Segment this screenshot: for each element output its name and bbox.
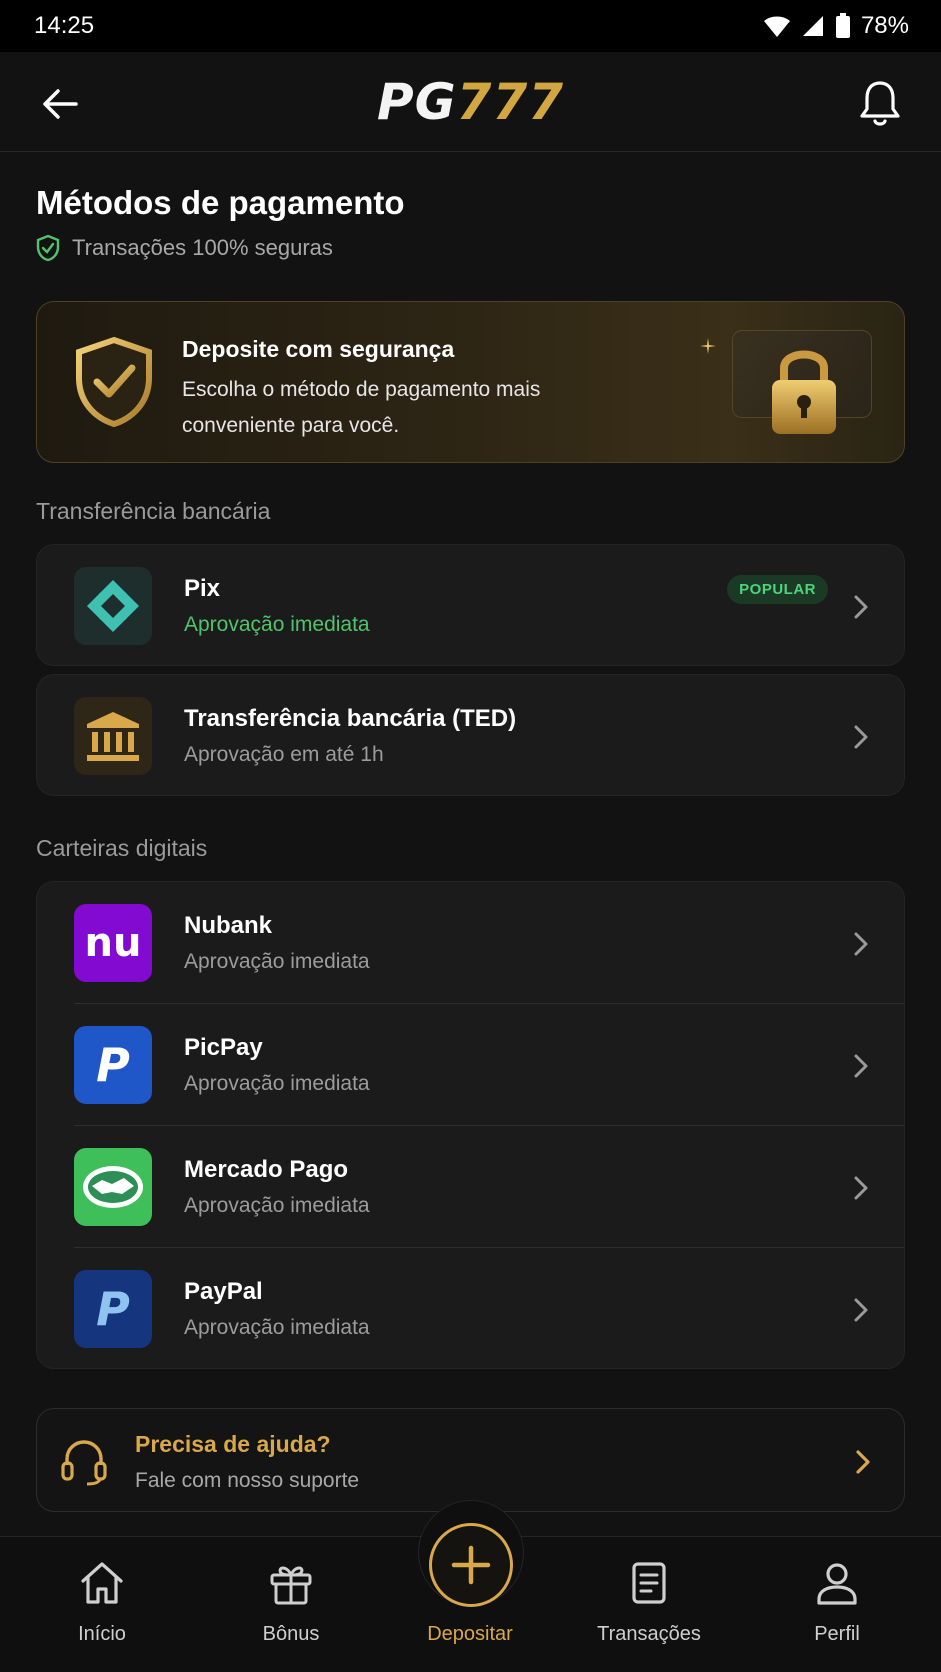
headset-icon xyxy=(61,1440,107,1486)
wifi-icon xyxy=(763,16,790,37)
chevron-right-icon xyxy=(854,595,868,619)
battery-icon xyxy=(835,13,850,38)
nubank-logo-icon: nu xyxy=(74,904,152,982)
secure-text: Transações 100% seguras xyxy=(72,235,333,260)
payment-approval: Aprovação imediata xyxy=(184,613,370,636)
pix-logo-icon xyxy=(74,567,152,645)
support-subtitle: Fale com nosso suporte xyxy=(135,1469,360,1492)
status-bar: 14:25 78% xyxy=(0,0,941,52)
payment-approval: Aprovação imediata xyxy=(184,1194,370,1217)
status-time: 14:25 xyxy=(34,12,95,39)
nav-item-home[interactable]: Início xyxy=(27,1537,177,1672)
section-label-bank: Transferência bancária xyxy=(36,498,271,524)
banner-text: Escolha o método de pagamento mais conve… xyxy=(182,378,541,437)
payment-item-picpay[interactable]: P PicPay Aprovação imediata xyxy=(37,1004,904,1126)
payment-item-nubank[interactable]: nu Nubank Aprovação imediata xyxy=(37,882,904,1004)
user-icon xyxy=(817,1563,857,1605)
nav-label: Bônus xyxy=(262,1623,320,1645)
signal-icon xyxy=(802,16,823,36)
payment-name: Pix xyxy=(184,575,221,602)
banner-title: Deposite com segurança xyxy=(182,336,455,362)
payment-approval: Aprovação em até 1h xyxy=(184,743,384,766)
payment-name: PicPay xyxy=(184,1034,263,1061)
secure-note: Transações 100% seguras xyxy=(36,234,333,262)
document-icon xyxy=(632,1562,666,1604)
payment-item-pix[interactable]: Pix Aprovação imediata POPULAR xyxy=(36,544,905,666)
wallet-list: nu Nubank Aprovação imediata P PicPay Ap… xyxy=(36,881,905,1369)
chevron-right-icon xyxy=(854,725,868,749)
nav-label: Início xyxy=(78,1623,126,1645)
section-label-wallets: Carteiras digitais xyxy=(36,835,208,861)
payment-approval: Aprovação imediata xyxy=(184,1316,370,1339)
support-card[interactable]: Precisa de ajuda? Fale com nosso suporte xyxy=(36,1408,905,1512)
payment-approval: Aprovação imediata xyxy=(184,1072,370,1095)
paypal-logo-icon: P xyxy=(74,1270,152,1348)
chevron-right-icon xyxy=(854,1176,868,1200)
brand-logo: PG777 xyxy=(376,72,565,131)
payment-name: Nubank xyxy=(184,912,273,939)
picpay-logo-icon: P xyxy=(74,1026,152,1104)
payment-item-ted[interactable]: Transferência bancária (TED) Aprovação e… xyxy=(36,674,905,796)
plus-icon xyxy=(451,1545,491,1585)
nav-item-transactions[interactable]: Transações xyxy=(574,1537,724,1672)
payment-name: PayPal xyxy=(184,1278,263,1305)
app-header: PG777 xyxy=(0,52,941,152)
popular-badge: POPULAR xyxy=(727,575,828,604)
payment-item-paypal[interactable]: P PayPal Aprovação imediata xyxy=(37,1248,904,1368)
gift-icon xyxy=(270,1566,312,1605)
payment-name: Transferência bancária (TED) xyxy=(184,705,517,732)
shield-check-icon xyxy=(36,234,60,262)
nav-item-bonus[interactable]: Bônus xyxy=(216,1537,366,1672)
nav-item-profile[interactable]: Perfil xyxy=(762,1537,912,1672)
battery-level: 78% xyxy=(860,12,909,39)
payment-item-mercado-pago[interactable]: Mercado Pago Aprovação imediata xyxy=(37,1126,904,1248)
chevron-right-icon xyxy=(854,1298,868,1322)
bank-building-icon xyxy=(74,697,152,775)
nav-label: Depositar xyxy=(427,1623,513,1645)
chevron-right-icon xyxy=(854,1054,868,1078)
gold-shield-icon xyxy=(76,336,152,428)
status-icons: 78% xyxy=(763,12,909,40)
back-arrow-icon[interactable] xyxy=(38,82,82,126)
mercado-pago-handshake-icon xyxy=(74,1148,152,1226)
nav-label: Transações xyxy=(597,1623,701,1645)
chevron-right-icon xyxy=(856,1450,870,1474)
home-icon xyxy=(81,1562,123,1604)
security-banner: Deposite com segurança Escolha o método … xyxy=(36,301,905,463)
notification-bell-icon[interactable] xyxy=(857,78,903,128)
payment-name: Mercado Pago xyxy=(184,1156,349,1183)
deposit-fab-button[interactable] xyxy=(429,1523,513,1607)
page-title: Métodos de pagamento xyxy=(36,184,405,221)
screen: 14:25 78% PG777 Métodos de pagamento Tra… xyxy=(0,0,941,1672)
sparkle-icon xyxy=(700,338,716,354)
padlock-icon xyxy=(772,350,836,434)
payment-approval: Aprovação imediata xyxy=(184,950,370,973)
nav-label: Perfil xyxy=(814,1623,860,1645)
chevron-right-icon xyxy=(854,932,868,956)
support-title: Precisa de ajuda? xyxy=(135,1431,331,1457)
